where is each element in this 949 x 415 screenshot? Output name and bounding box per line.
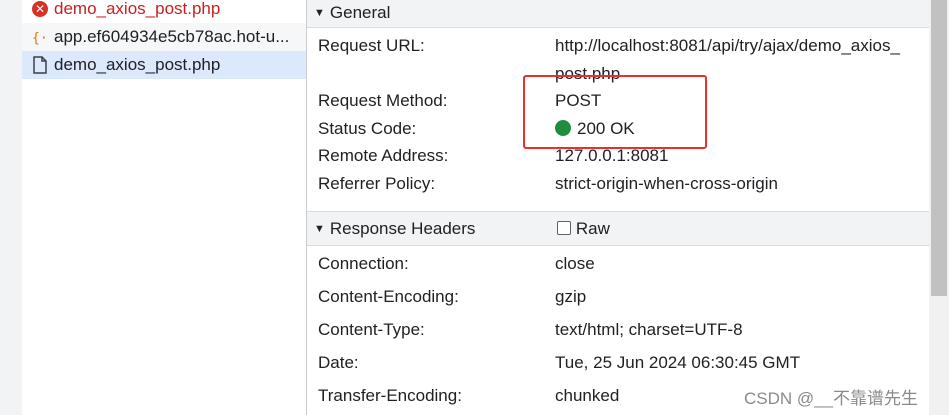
header-row: Content-Type: text/html; charset=UTF-8 <box>318 320 929 340</box>
header-key: Connection: <box>318 254 409 273</box>
header-value: Tue, 25 Jun 2024 06:30:45 GMT <box>555 353 801 372</box>
general-title: General <box>329 2 391 22</box>
scrollbar-thumb[interactable] <box>931 0 947 296</box>
header-row: Connection: close <box>318 254 929 274</box>
headers-panel: ▼ General Request URL: http://localhost:… <box>307 0 929 415</box>
remote-address-value: 127.0.0.1:8081 <box>555 146 669 165</box>
header-key: Date: <box>318 353 359 372</box>
request-item-selected[interactable]: demo_axios_post.php <box>22 51 306 79</box>
response-headers-section-header[interactable]: ▼ Response Headers Raw <box>307 211 929 246</box>
header-value: close <box>555 254 595 273</box>
referrer-policy-value: strict-origin-when-cross-origin <box>555 174 778 193</box>
request-name: demo_axios_post.php <box>54 0 221 18</box>
remote-address-row: Remote Address: 127.0.0.1:8081 <box>318 146 929 166</box>
request-url-line1: http://localhost:8081/api/try/ajax/demo_… <box>555 36 900 55</box>
annotation-highlight-box <box>523 75 707 149</box>
svg-text:{·}: {·} <box>32 31 49 46</box>
header-value: gzip <box>555 287 587 306</box>
header-value: text/html; charset=UTF-8 <box>555 320 743 339</box>
header-row: Date: Tue, 25 Jun 2024 06:30:45 GMT <box>318 353 929 373</box>
expand-triangle-icon: ▼ <box>314 6 325 19</box>
referrer-policy-row: Referrer Policy: strict-origin-when-cros… <box>318 174 929 194</box>
remote-address-label: Remote Address: <box>318 146 449 165</box>
request-url-label: Request URL: <box>318 36 425 55</box>
request-item-app[interactable]: {·} app.ef604934e5cb78ac.hot-u... <box>22 23 306 51</box>
general-section-header[interactable]: ▼ General <box>307 0 929 28</box>
raw-label: Raw <box>575 218 610 238</box>
request-list: ✕ demo_axios_post.php {·} app.ef604934e5… <box>22 0 307 415</box>
error-icon: ✕ <box>31 0 49 18</box>
request-name: demo_axios_post.php <box>54 55 221 74</box>
referrer-policy-label: Referrer Policy: <box>318 174 436 193</box>
expand-triangle-icon: ▼ <box>314 222 325 235</box>
status-code-label: Status Code: <box>318 119 417 138</box>
raw-checkbox[interactable]: Raw <box>556 218 610 239</box>
response-headers-title: Response Headers <box>329 218 476 238</box>
header-key: Content-Encoding: <box>318 287 459 306</box>
document-icon <box>31 56 49 74</box>
watermark: CSDN @__不靠谱先生 <box>744 389 919 408</box>
request-name: app.ef604934e5cb78ac.hot-u... <box>54 27 290 46</box>
request-method-label: Request Method: <box>318 91 448 110</box>
request-item-error[interactable]: ✕ demo_axios_post.php <box>22 0 306 23</box>
json-icon: {·} <box>31 28 49 46</box>
header-key: Transfer-Encoding: <box>318 386 462 405</box>
left-gutter <box>0 0 22 415</box>
checkbox-icon <box>556 220 571 235</box>
header-key: Content-Type: <box>318 320 425 339</box>
header-row: Content-Encoding: gzip <box>318 287 929 307</box>
header-value: chunked <box>555 386 620 405</box>
